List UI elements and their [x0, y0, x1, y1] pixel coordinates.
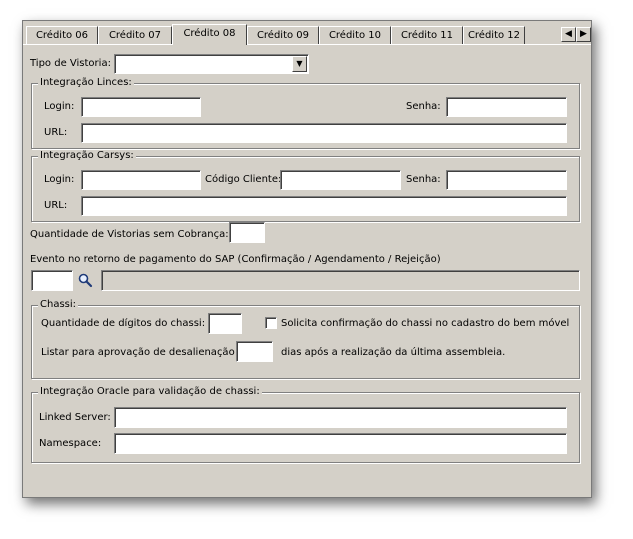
- tab-credito-06[interactable]: Crédito 06: [26, 26, 98, 44]
- carsys-senha-input[interactable]: [446, 170, 567, 190]
- linces-url-label: URL:: [44, 127, 68, 138]
- carsys-group: Integração Carsys: Login: Código Cliente…: [31, 150, 580, 222]
- qtd-digitos-label: Quantidade de dígitos do chassi:: [41, 318, 206, 329]
- evento-sap-description: [101, 270, 580, 291]
- namespace-input[interactable]: [114, 433, 567, 454]
- tipo-vistoria-select[interactable]: ▼: [114, 54, 309, 74]
- chevron-down-icon[interactable]: ▼: [292, 56, 307, 72]
- arrow-right-icon[interactable]: ▶: [576, 27, 591, 42]
- tab-strip: Crédito 06 Crédito 07 Crédito 08 Crédito…: [23, 24, 591, 45]
- evento-sap-label: Evento no retorno de pagamento do SAP (C…: [30, 254, 441, 265]
- carsys-group-title: Integração Carsys:: [38, 150, 136, 161]
- tab-credito-08[interactable]: Crédito 08: [172, 24, 247, 45]
- solicita-confirmacao-checkbox[interactable]: [265, 317, 277, 329]
- settings-window: Crédito 06 Crédito 07 Crédito 08 Crédito…: [22, 20, 592, 498]
- dias-input[interactable]: [236, 341, 273, 362]
- tab-credito-07[interactable]: Crédito 07: [98, 26, 172, 44]
- linces-senha-input[interactable]: [446, 97, 567, 117]
- tab-credito-12[interactable]: Crédito 12: [463, 26, 525, 44]
- tab-panel: Tipo de Vistoria: ▼ Integração Linces: L…: [23, 44, 591, 497]
- namespace-label: Namespace:: [39, 438, 102, 449]
- carsys-codigo-label: Código Cliente:: [205, 174, 282, 185]
- carsys-login-label: Login:: [44, 174, 75, 185]
- tipo-vistoria-label: Tipo de Vistoria:: [30, 58, 111, 69]
- linces-group-title: Integração Linces:: [38, 77, 134, 88]
- evento-sap-code-input[interactable]: [31, 270, 73, 291]
- carsys-codigo-input[interactable]: [280, 170, 401, 190]
- carsys-url-label: URL:: [44, 200, 68, 211]
- linces-group: Integração Linces: Login: Senha: URL:: [31, 77, 580, 149]
- carsys-login-input[interactable]: [81, 170, 201, 190]
- dias-apos-label: dias após a realização da última assembl…: [281, 347, 506, 358]
- oracle-group: Integração Oracle para validação de chas…: [31, 386, 580, 463]
- tab-scroll-arrows: ◀ ▶: [561, 27, 591, 42]
- oracle-group-title: Integração Oracle para validação de chas…: [38, 386, 262, 397]
- qtd-vistorias-label: Quantidade de Vistorias sem Cobrança:: [30, 229, 229, 240]
- linces-login-label: Login:: [44, 101, 75, 112]
- listar-aprovacao-label: Listar para aprovação de desalienação: [41, 347, 235, 358]
- carsys-senha-label: Senha:: [406, 174, 441, 185]
- linces-url-input[interactable]: [81, 123, 567, 143]
- linces-login-input[interactable]: [81, 97, 201, 117]
- chassi-group: Chassi: Quantidade de dígitos do chassi:…: [31, 299, 580, 379]
- search-icon[interactable]: [77, 272, 93, 288]
- carsys-url-input[interactable]: [81, 196, 567, 216]
- tab-credito-10[interactable]: Crédito 10: [319, 26, 391, 44]
- linces-senha-label: Senha:: [406, 101, 441, 112]
- chassi-group-title: Chassi:: [38, 299, 79, 310]
- qtd-vistorias-input[interactable]: [229, 222, 265, 243]
- tab-credito-09[interactable]: Crédito 09: [247, 26, 319, 44]
- solicita-confirmacao-label: Solicita confirmação do chassi no cadast…: [281, 318, 570, 329]
- qtd-digitos-input[interactable]: [208, 313, 242, 334]
- tab-credito-11[interactable]: Crédito 11: [391, 26, 463, 44]
- linked-server-input[interactable]: [114, 407, 567, 428]
- linked-server-label: Linked Server:: [39, 412, 111, 423]
- arrow-left-icon[interactable]: ◀: [561, 27, 576, 42]
